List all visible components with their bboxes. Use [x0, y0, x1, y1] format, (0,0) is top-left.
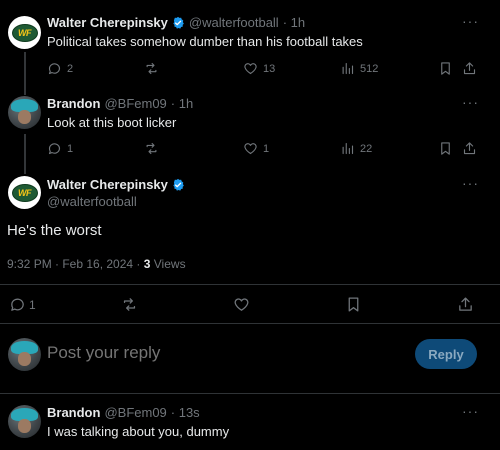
more-options-icon[interactable]: ···	[462, 94, 479, 110]
analytics-icon	[342, 62, 354, 75]
divider	[0, 393, 500, 394]
share-icon	[463, 62, 476, 75]
thread-line	[24, 134, 26, 174]
like-button[interactable]	[233, 296, 250, 313]
reply-count: 1	[67, 142, 74, 155]
wf-logo: WF	[11, 183, 38, 202]
share-button[interactable]	[462, 61, 477, 76]
author-handle[interactable]: @walterfootball	[189, 15, 279, 30]
bookmark-button[interactable]	[438, 61, 453, 76]
share-button[interactable]	[462, 141, 477, 156]
bookmark-icon	[441, 142, 450, 155]
avatar[interactable]: WF	[8, 16, 41, 49]
post-text: Political takes somehow dumber than his …	[47, 34, 363, 49]
author-name[interactable]: Brandon	[47, 96, 100, 111]
avatar	[8, 338, 41, 371]
like-count: 13	[263, 62, 276, 75]
wf-logo: WF	[11, 23, 38, 42]
avatar-face-shape	[17, 109, 32, 124]
bookmark-button[interactable]	[345, 296, 362, 313]
views-label: Views	[150, 257, 186, 271]
divider	[0, 323, 500, 324]
repost-icon	[123, 298, 136, 311]
repost-button[interactable]	[144, 61, 159, 76]
views-count: 512	[360, 62, 379, 75]
divider	[0, 284, 500, 285]
post-time[interactable]: · 1h	[283, 15, 305, 30]
reply-icon	[48, 63, 61, 75]
verified-badge-icon	[173, 16, 184, 29]
reply-icon	[48, 143, 61, 155]
more-options-icon[interactable]: ···	[462, 13, 479, 29]
post-header: Walter Cherepinsky @walterfootball · 1h	[47, 15, 305, 30]
author-handle[interactable]: @BFem09	[104, 96, 166, 111]
reply-icon	[11, 298, 24, 311]
views-button[interactable]: 512	[340, 61, 378, 76]
analytics-icon	[342, 142, 354, 155]
main-post-text: He's the worst	[7, 222, 102, 239]
post-text: Look at this boot licker	[47, 115, 177, 130]
avatar[interactable]	[8, 405, 41, 438]
avatar-face-shape	[17, 418, 32, 433]
avatar-face-shape	[17, 351, 32, 366]
like-count: 1	[263, 142, 270, 155]
thread-line	[24, 52, 26, 95]
author-handle[interactable]: @walterfootball	[47, 194, 137, 209]
avatar[interactable]: WF	[8, 176, 41, 209]
heart-icon	[234, 298, 249, 311]
share-icon	[459, 297, 472, 311]
reply-submit-button[interactable]: Reply	[415, 339, 477, 369]
post-time[interactable]: · 13s	[171, 405, 200, 420]
heart-icon	[244, 63, 257, 75]
repost-button[interactable]	[144, 141, 159, 156]
post-time[interactable]: · 1h	[171, 96, 193, 111]
like-button[interactable]: 13	[243, 61, 275, 76]
reply-button[interactable]: 1	[9, 296, 36, 313]
main-post-header: Walter Cherepinsky	[47, 177, 185, 192]
heart-icon	[244, 143, 257, 155]
repost-icon	[146, 62, 157, 75]
bookmark-icon	[441, 62, 450, 75]
share-icon	[463, 142, 476, 155]
author-name[interactable]: Walter Cherepinsky	[47, 15, 168, 30]
share-button[interactable]	[457, 296, 474, 313]
more-options-icon[interactable]: ···	[462, 403, 479, 419]
post-timestamp[interactable]: 9:32 PM · Feb 16, 2024 ·	[7, 257, 144, 271]
repost-icon	[146, 142, 157, 155]
reply-count: 1	[29, 297, 36, 312]
reply-button[interactable]: 2	[47, 61, 73, 76]
more-options-icon[interactable]: ···	[462, 175, 479, 191]
reply-count: 2	[67, 62, 74, 75]
views-button[interactable]: 22	[340, 141, 372, 156]
bookmark-button[interactable]	[438, 141, 453, 156]
repost-button[interactable]	[121, 296, 138, 313]
verified-badge-icon	[173, 178, 184, 191]
avatar[interactable]	[8, 96, 41, 129]
author-name[interactable]: Brandon	[47, 405, 100, 420]
bookmark-icon	[348, 297, 359, 312]
views-count: 22	[360, 142, 373, 155]
author-handle[interactable]: @BFem09	[104, 405, 166, 420]
post-header: Brandon @BFem09 · 1h	[47, 96, 193, 111]
author-name[interactable]: Walter Cherepinsky	[47, 177, 168, 192]
post-text: I was talking about you, dummy	[47, 424, 230, 439]
reply-input[interactable]	[47, 343, 377, 363]
post-metadata: 9:32 PM · Feb 16, 2024 · 3 Views	[7, 257, 186, 271]
like-button[interactable]: 1	[243, 141, 269, 156]
reply-button[interactable]: 1	[47, 141, 73, 156]
post-header: Brandon @BFem09 · 13s	[47, 405, 200, 420]
